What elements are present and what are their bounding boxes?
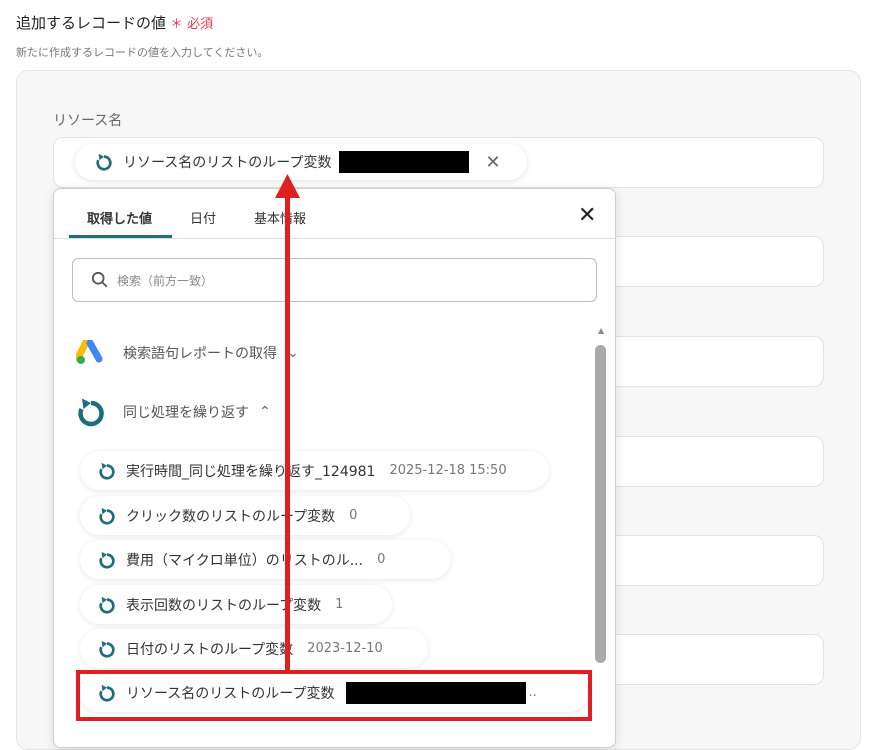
section-label: 検索語句レポートの取得 — [123, 346, 277, 362]
search-input[interactable]: 検索（前方一致） — [72, 258, 597, 302]
item-value: 0 — [377, 552, 386, 567]
loop-icon — [99, 507, 115, 525]
active-tab-indicator — [69, 235, 172, 238]
redacted-value — [339, 151, 470, 173]
section-google-ads[interactable]: 検索語句レポートの取得 ⌄ — [76, 340, 299, 366]
close-icon[interactable]: ✕ — [578, 203, 596, 228]
loop-icon — [99, 551, 115, 569]
item-value: 1 — [335, 597, 344, 612]
required-badge: ＊ 必須 — [170, 17, 214, 32]
item-label: 費用（マイクロ単位）のリストのル... — [126, 552, 364, 569]
section-title: 追加するレコードの値＊ 必須 — [16, 12, 213, 33]
list-item[interactable]: 表示回数のリストのループ変数 1 — [80, 585, 392, 624]
search-icon — [91, 271, 108, 288]
annotation-arrow-head — [275, 174, 300, 198]
item-value: 2025-12-18 15:50 — [389, 463, 507, 478]
tab-obtained-values[interactable]: 取得した値 — [87, 208, 152, 227]
list-item[interactable]: クリック数のリストのループ変数 0 — [80, 496, 410, 535]
chevron-up-icon: ⌃ — [259, 404, 271, 420]
list-item[interactable]: 実行時間_同じ処理を繰り返す_124981 2025-12-18 15:50 — [80, 451, 549, 490]
tab-date[interactable]: 日付 — [190, 208, 216, 227]
tab-basic-info[interactable]: 基本情報 — [254, 208, 306, 227]
loop-icon — [96, 153, 112, 171]
item-label: 日付のリストのループ変数 — [126, 641, 294, 658]
remove-chip-icon[interactable]: ✕ — [485, 152, 500, 173]
item-label: 実行時間_同じ処理を繰り返す_124981 — [126, 463, 376, 480]
section-subtitle: 新たに作成するレコードの値を入力してください。 — [16, 46, 269, 59]
item-value: 0 — [349, 508, 358, 523]
tab-divider — [54, 238, 615, 239]
loop-icon — [78, 398, 104, 427]
value-chip[interactable]: リソース名のリストのループ変数 ✕ — [75, 144, 527, 180]
scroll-up-icon[interactable]: ▲ — [598, 326, 604, 335]
title-text: 追加するレコードの値 — [16, 14, 167, 32]
field-label: リソース名 — [53, 113, 123, 129]
annotation-highlight-box — [76, 670, 592, 721]
section-loop[interactable]: 同じ処理を繰り返す ⌃ — [76, 397, 271, 427]
google-ads-icon — [76, 340, 103, 364]
loop-icon — [99, 640, 115, 658]
item-label: 表示回数のリストのループ変数 — [126, 597, 322, 614]
section-label: 同じ処理を繰り返す — [123, 405, 249, 421]
list-item[interactable]: 費用（マイクロ単位）のリストのル... 0 — [80, 540, 451, 579]
annotation-arrow-line — [285, 188, 290, 672]
list-item[interactable]: 日付のリストのループ変数 2023-12-10 — [80, 629, 428, 668]
item-value: 2023-12-10 — [307, 641, 383, 656]
search-placeholder: 検索（前方一致） — [117, 273, 214, 288]
loop-icon — [99, 596, 115, 614]
scrollbar-thumb[interactable] — [595, 345, 606, 663]
chip-label: リソース名のリストのループ変数 — [123, 155, 332, 171]
loop-icon — [99, 462, 115, 480]
item-label: クリック数のリストのループ変数 — [126, 508, 336, 525]
